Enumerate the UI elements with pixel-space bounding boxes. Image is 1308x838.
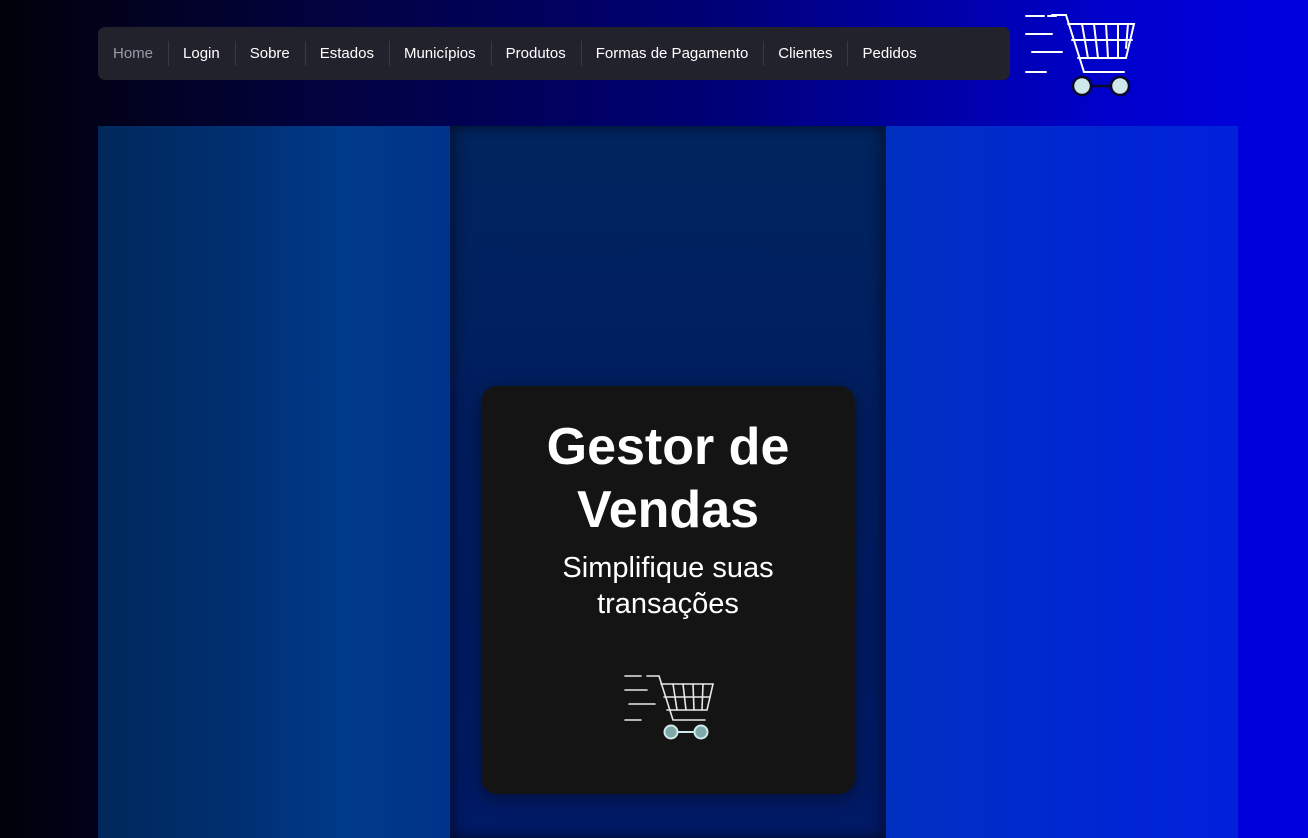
nav-item-municipios[interactable]: Municípios: [388, 27, 491, 80]
header-shopping-cart-icon: [1022, 10, 1140, 100]
shopping-cart-icon: [1025, 14, 1136, 97]
nav-item-home[interactable]: Home: [98, 27, 168, 80]
navbar: Home Login Sobre Estados Municípios Prod…: [98, 27, 1010, 80]
nav-item-login[interactable]: Login: [168, 27, 235, 80]
nav-item-clientes[interactable]: Clientes: [763, 27, 847, 80]
shopping-cart-icon: [624, 675, 715, 740]
nav-item-estados[interactable]: Estados: [304, 27, 389, 80]
nav-item-sobre[interactable]: Sobre: [234, 27, 305, 80]
hero-title: Gestor de Vendas: [546, 418, 790, 539]
card-shopping-cart-icon: [621, 672, 717, 742]
hero-panel-left: [98, 126, 450, 838]
nav-item-pedidos[interactable]: Pedidos: [847, 27, 931, 80]
nav-item-formas-de-pagamento[interactable]: Formas de Pagamento: [580, 27, 764, 80]
hero-card: Gestor de Vendas Simplifique suas transa…: [481, 386, 855, 794]
hero-panel-right: [886, 126, 1238, 838]
hero-subtitle: Simplifique suas transações: [562, 552, 774, 620]
nav-item-produtos[interactable]: Produtos: [490, 27, 581, 80]
